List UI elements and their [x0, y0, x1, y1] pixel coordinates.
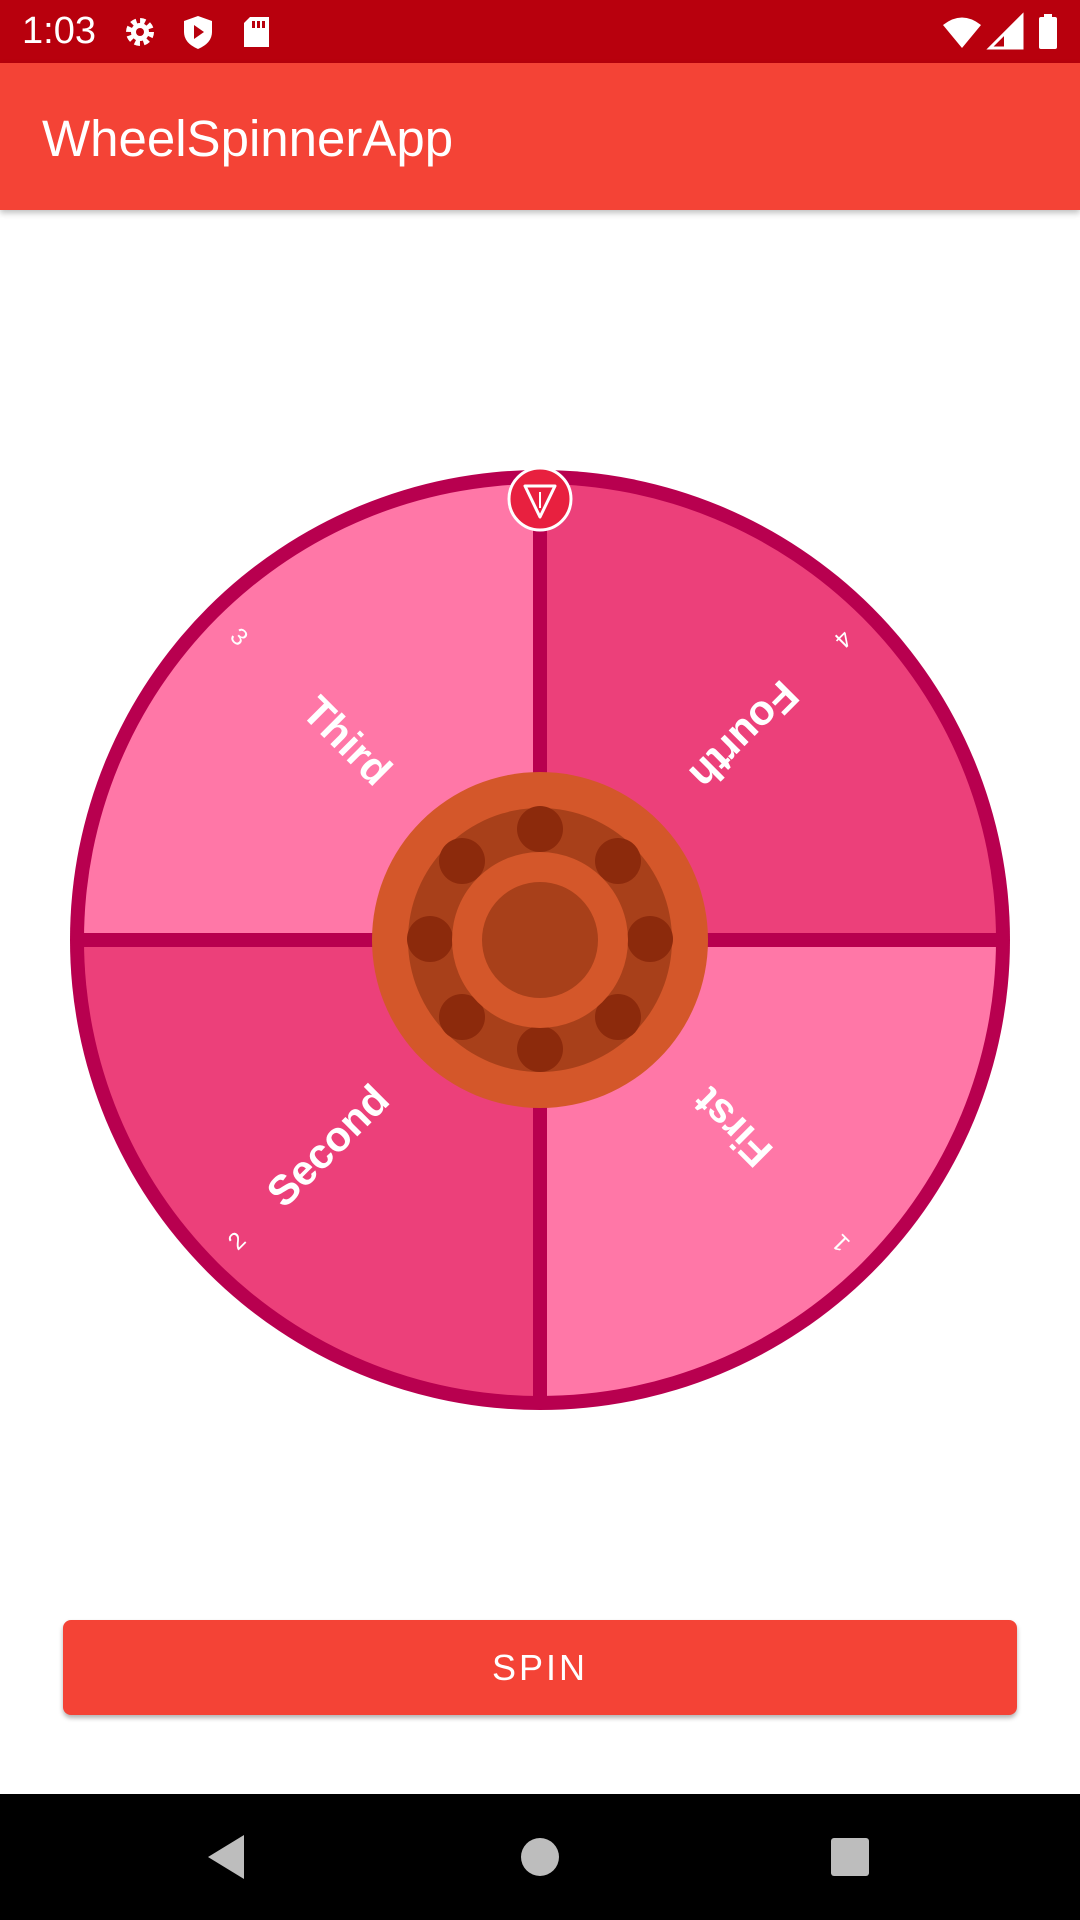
home-icon[interactable] — [510, 1827, 570, 1887]
navigation-bar — [0, 1794, 1080, 1920]
wheel-hub — [372, 772, 708, 1108]
pointer-down-icon — [507, 466, 573, 532]
recents-icon[interactable] — [820, 1827, 880, 1887]
back-icon[interactable] — [196, 1827, 256, 1887]
spin-button[interactable]: SPIN — [63, 1620, 1017, 1715]
